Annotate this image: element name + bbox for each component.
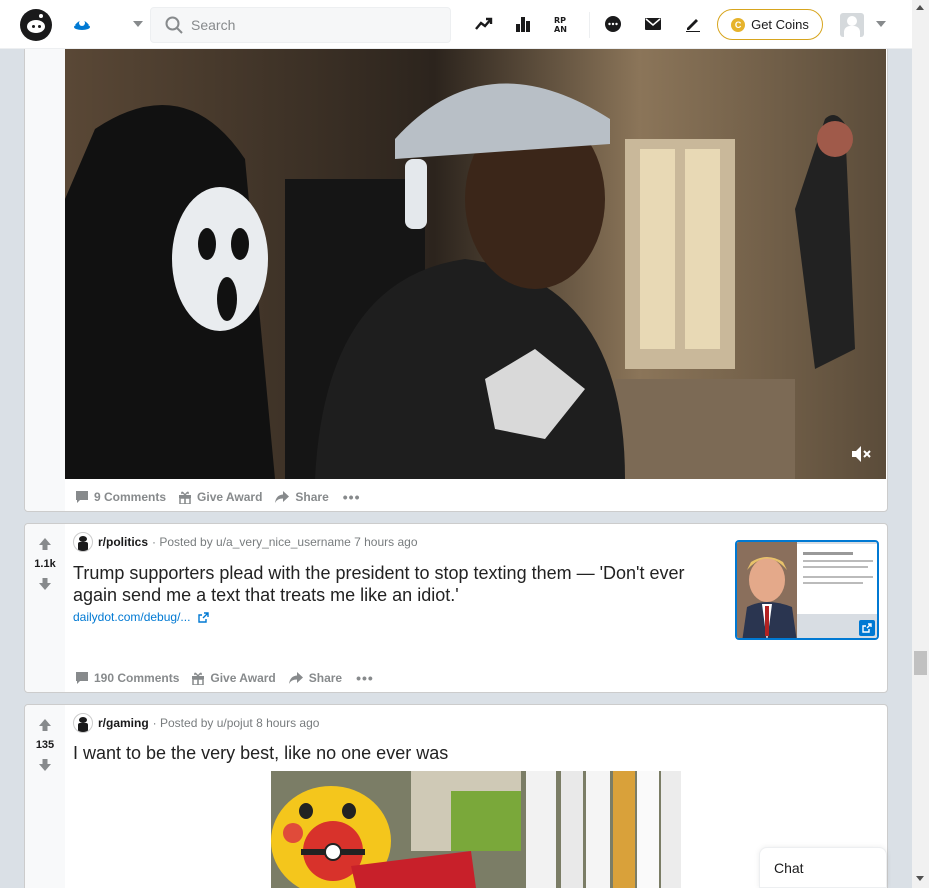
subreddit-link[interactable]: r/politics [98, 535, 148, 549]
subreddit-icon[interactable] [73, 532, 93, 552]
home-feed-icon[interactable] [72, 14, 92, 34]
video-player[interactable] [65, 49, 886, 479]
give-award-button[interactable]: Give Award [189, 669, 277, 687]
share-button[interactable]: Share [286, 669, 344, 687]
external-link[interactable]: dailydot.com/debug/... [73, 610, 210, 624]
vote-score: 1.1k [34, 558, 56, 570]
mail-icon[interactable] [643, 14, 663, 34]
post-image[interactable] [271, 771, 681, 888]
external-link-badge-icon [859, 620, 875, 636]
trending-icon[interactable] [474, 14, 494, 34]
avatar[interactable] [840, 13, 864, 37]
mute-icon[interactable] [850, 443, 872, 465]
chat-widget[interactable]: Chat [759, 847, 887, 888]
leaderboard-icon[interactable] [513, 14, 533, 34]
downvote-icon[interactable] [38, 758, 52, 772]
vote-score: 135 [35, 739, 55, 751]
vote-column [25, 41, 65, 511]
rpan-icon[interactable]: RP AN [553, 14, 573, 34]
share-icon [275, 491, 290, 503]
share-button[interactable]: Share [272, 488, 330, 506]
scrollbar-thumb[interactable] [914, 651, 927, 675]
give-award-button[interactable]: Give Award [176, 488, 264, 506]
gift-icon [179, 491, 192, 504]
post-meta: r/politics · Posted by u/a_very_nice_use… [73, 532, 418, 552]
more-options-icon[interactable]: ••• [339, 490, 365, 504]
create-post-icon[interactable] [683, 14, 703, 34]
external-link-icon [198, 611, 210, 623]
user-menu-chevron-icon[interactable] [876, 21, 886, 27]
upvote-icon[interactable] [38, 537, 52, 551]
search-icon [165, 16, 183, 34]
comments-button[interactable]: 9 Comments [73, 488, 168, 506]
scroll-up-arrow-icon[interactable] [916, 5, 924, 10]
posted-by: · Posted by u/a_very_nice_username 7 hou… [152, 535, 418, 549]
pokemon-collection-image [271, 771, 681, 888]
downvote-icon[interactable] [38, 577, 52, 591]
coin-icon: C [731, 17, 746, 32]
vote-column [25, 705, 65, 888]
video-frame [65, 49, 886, 479]
reddit-logo-icon[interactable] [20, 9, 52, 41]
svg-text:AN: AN [554, 25, 567, 33]
comment-icon [76, 672, 88, 684]
post-thumbnail[interactable] [735, 540, 879, 640]
get-coins-label: Get Coins [751, 17, 809, 32]
search-input[interactable] [191, 14, 441, 36]
chat-icon[interactable] [603, 14, 623, 34]
gift-icon [192, 672, 205, 685]
search-bar[interactable] [150, 7, 451, 43]
header-divider [589, 12, 590, 38]
post-actions: 9 Comments Give Award Share ••• [73, 488, 364, 506]
post-meta: r/gaming · Posted by u/pojut 8 hours ago [73, 713, 319, 733]
top-header: RPAN C Get Coins [0, 0, 912, 49]
upvote-icon[interactable] [38, 718, 52, 732]
post-title[interactable]: Trump supporters plead with the presiden… [73, 562, 685, 606]
svg-text:RP: RP [554, 16, 566, 25]
get-coins-button[interactable]: C Get Coins [717, 9, 823, 40]
chevron-down-icon[interactable] [133, 21, 143, 27]
post-title[interactable]: I want to be the very best, like no one … [73, 742, 448, 764]
chat-label: Chat [774, 860, 804, 876]
thumbnail-image [737, 542, 877, 638]
posted-by: · Posted by u/pojut 8 hours ago [152, 716, 320, 730]
more-options-icon[interactable]: ••• [352, 671, 378, 685]
comment-icon [76, 491, 88, 503]
scrollbar[interactable] [912, 0, 929, 888]
comments-button[interactable]: 190 Comments [73, 669, 181, 687]
subreddit-icon[interactable] [73, 713, 93, 733]
post-actions: 190 Comments Give Award Share ••• [73, 669, 378, 687]
scroll-down-arrow-icon[interactable] [916, 876, 924, 881]
share-icon [288, 672, 303, 684]
subreddit-link[interactable]: r/gaming [98, 716, 149, 730]
